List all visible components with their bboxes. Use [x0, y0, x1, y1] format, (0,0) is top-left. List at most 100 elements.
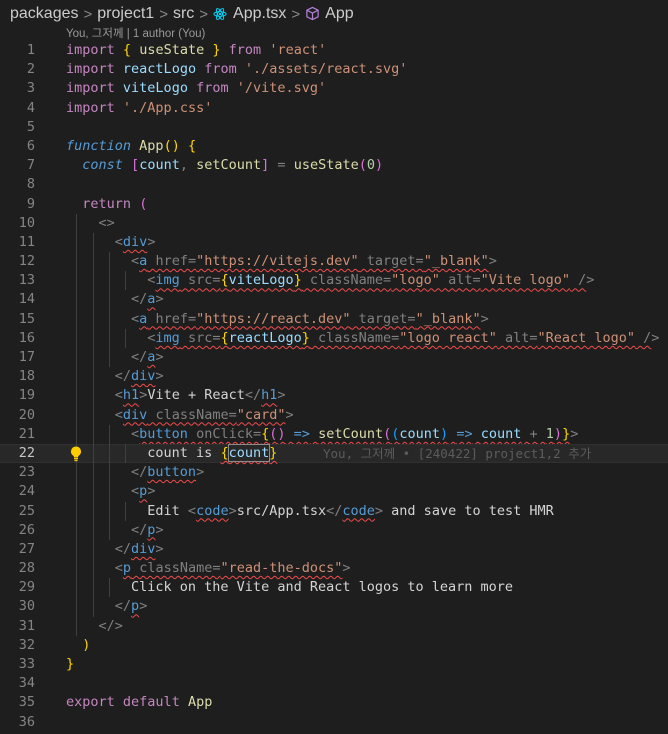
codelens-authors[interactable]: You, 그저께 | 1 author (You) [66, 25, 205, 41]
code-line[interactable]: 33} [0, 655, 668, 674]
code-text[interactable]: export default App [66, 693, 212, 712]
line-number[interactable]: 17 [0, 348, 35, 367]
code-text[interactable]: </div> [66, 540, 164, 559]
code-line[interactable]: 28 <p className="read-the-docs"> [0, 559, 668, 579]
code-text[interactable]: </button> [66, 463, 204, 482]
code-line[interactable]: 34 [0, 674, 668, 693]
line-number[interactable]: 30 [0, 597, 35, 616]
line-number[interactable]: 22 [0, 444, 35, 463]
code-line[interactable]: 25 Edit <code>src/App.tsx</code> and sav… [0, 501, 668, 521]
code-line[interactable]: 36 [0, 713, 668, 732]
code-line[interactable]: 9 return ( [0, 195, 668, 214]
code-line[interactable]: 26 </p> [0, 520, 668, 540]
code-line[interactable]: 30 </p> [0, 597, 668, 617]
line-number[interactable]: 32 [0, 636, 35, 655]
code-text[interactable]: } [66, 655, 74, 674]
code-line[interactable]: 17 </a> [0, 348, 668, 368]
breadcrumb-item-project1[interactable]: project1 [97, 5, 154, 23]
line-number[interactable]: 27 [0, 540, 35, 559]
line-number[interactable]: 5 [0, 118, 35, 137]
line-number[interactable]: 10 [0, 214, 35, 233]
line-number[interactable]: 18 [0, 367, 35, 386]
code-line[interactable]: 7 const [count, setCount] = useState(0) [0, 156, 668, 175]
line-number[interactable]: 31 [0, 617, 35, 636]
code-text[interactable]: function App() { [66, 137, 196, 156]
code-text[interactable]: <button onClick={() => setCount((count) … [66, 425, 578, 444]
line-number[interactable]: 8 [0, 175, 35, 194]
code-text[interactable]: <p> [66, 482, 155, 501]
code-line[interactable]: 13 <img src={viteLogo} className="logo" … [0, 271, 668, 291]
breadcrumb-item-src[interactable]: src [173, 5, 194, 23]
code-text[interactable]: count is {count} [66, 443, 277, 463]
code-text[interactable]: </a> [66, 348, 164, 367]
breadcrumb-item-symbol[interactable]: App [305, 5, 354, 23]
code-text[interactable]: <> [66, 214, 115, 233]
code-text[interactable]: <img src={reactLogo} className="logo rea… [66, 329, 659, 348]
line-number[interactable]: 23 [0, 463, 35, 482]
line-number[interactable]: 9 [0, 195, 35, 214]
lightbulb-icon[interactable] [68, 445, 84, 462]
code-text[interactable]: </a> [66, 290, 164, 309]
line-number[interactable]: 33 [0, 655, 35, 674]
code-line[interactable]: 4 import './App.css' [0, 99, 668, 118]
code-line[interactable]: 31 </> [0, 616, 668, 636]
line-number[interactable]: 3 [0, 79, 35, 98]
code-text[interactable]: const [count, setCount] = useState(0) [66, 156, 383, 175]
line-number[interactable]: 4 [0, 99, 35, 118]
code-text[interactable]: import { useState } from 'react' [66, 41, 326, 60]
code-line[interactable]: 22 count is {count} You, 그저께 • [240422] p… [0, 443, 668, 464]
line-number[interactable]: 2 [0, 60, 35, 79]
code-line[interactable]: 8 [0, 175, 668, 194]
line-number[interactable]: 29 [0, 578, 35, 597]
code-line[interactable]: 15 <a href="https://react.dev" target="_… [0, 309, 668, 329]
code-text[interactable]: </> [66, 617, 123, 636]
code-text[interactable]: Edit <code>src/App.tsx</code> and save t… [66, 502, 553, 521]
code-line[interactable]: 10 <> [0, 213, 668, 233]
code-line[interactable]: 35 export default App [0, 693, 668, 712]
code-line[interactable]: 6 function App() { [0, 137, 668, 156]
line-number[interactable]: 13 [0, 271, 35, 290]
line-number[interactable]: 28 [0, 559, 35, 578]
code-line[interactable]: 3 import viteLogo from '/vite.svg' [0, 79, 668, 98]
code-text[interactable]: </p> [66, 521, 164, 540]
code-text[interactable]: import viteLogo from '/vite.svg' [66, 79, 326, 98]
code-line[interactable]: 27 </div> [0, 539, 668, 560]
code-line[interactable]: 21 <button onClick={() => setCount((coun… [0, 424, 668, 444]
line-number[interactable]: 35 [0, 693, 35, 712]
line-number[interactable]: 15 [0, 310, 35, 329]
code-text[interactable]: <a href="https://vitejs.dev" target="_bl… [66, 252, 497, 271]
code-text[interactable]: ) [66, 636, 90, 655]
code-text[interactable]: import reactLogo from './assets/react.sv… [66, 60, 407, 79]
code-line[interactable]: 5 [0, 118, 668, 137]
code-text[interactable]: <a href="https://react.dev" target="_bla… [66, 310, 489, 329]
code-line[interactable]: 1 import { useState } from 'react' [0, 41, 668, 60]
code-editor[interactable]: 1 import { useState } from 'react' 2 import… [0, 41, 668, 732]
code-line[interactable]: 14 </a> [0, 290, 668, 310]
code-line[interactable]: 19 <h1>Vite + React</h1> [0, 386, 668, 406]
code-text[interactable]: <img src={viteLogo} className="logo" alt… [66, 271, 594, 290]
code-line[interactable]: 16 <img src={reactLogo} className="logo … [0, 328, 668, 348]
code-line[interactable]: 2 import reactLogo from './assets/react.s… [0, 60, 668, 79]
code-text[interactable]: return ( [66, 195, 147, 214]
code-text[interactable]: <h1>Vite + React</h1> [66, 386, 286, 405]
line-number[interactable]: 34 [0, 674, 35, 693]
line-number[interactable]: 19 [0, 386, 35, 405]
line-number[interactable]: 16 [0, 329, 35, 348]
code-line[interactable]: 11 <div> [0, 232, 668, 253]
code-line[interactable]: 29 Click on the Vite and React logos to … [0, 578, 668, 598]
line-number[interactable]: 1 [0, 41, 35, 60]
code-line[interactable]: 12 <a href="https://vitejs.dev" target="… [0, 252, 668, 272]
line-number[interactable]: 14 [0, 290, 35, 309]
line-number[interactable]: 12 [0, 252, 35, 271]
line-number[interactable]: 7 [0, 156, 35, 175]
code-text[interactable]: </p> [66, 597, 148, 616]
line-number[interactable]: 6 [0, 137, 35, 156]
code-line[interactable]: 20 <div className="card"> [0, 405, 668, 425]
code-text[interactable]: <div className="card"> [66, 406, 294, 425]
line-number[interactable]: 25 [0, 502, 35, 521]
code-text[interactable]: Click on the Vite and React logos to lea… [66, 578, 513, 597]
code-text[interactable]: <p className="read-the-docs"> [66, 559, 351, 578]
code-line[interactable]: 18 </div> [0, 367, 668, 387]
code-text[interactable]: </div> [66, 367, 164, 386]
breadcrumb-item-packages[interactable]: packages [10, 5, 79, 23]
